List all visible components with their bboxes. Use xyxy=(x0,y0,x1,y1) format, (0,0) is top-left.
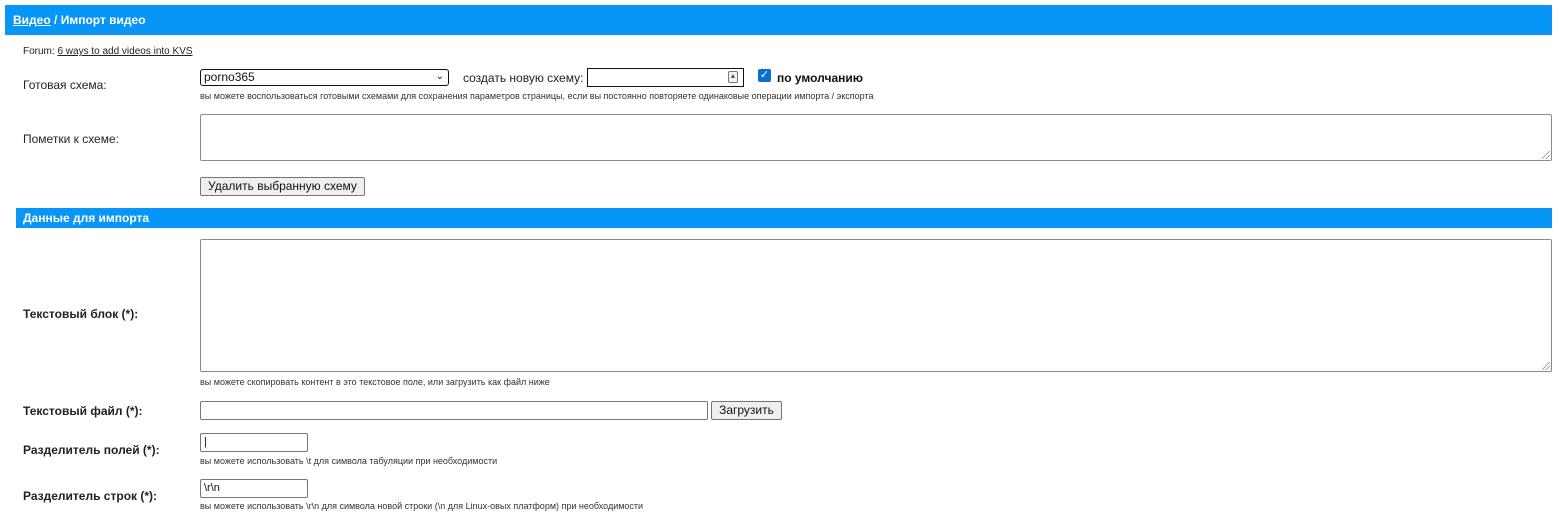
page-header: Видео / Импорт видео xyxy=(5,5,1552,35)
breadcrumb-video-link[interactable]: Видео xyxy=(13,13,51,27)
delete-schema-button[interactable]: Удалить выбранную схему xyxy=(200,177,365,196)
forum-link[interactable]: 6 ways to add videos into KVS xyxy=(57,46,192,57)
text-block-label: Текстовый блок (*): xyxy=(23,307,139,321)
import-section-title: Данные для импорта xyxy=(23,211,150,225)
schema-select-value: porno365 xyxy=(204,70,255,84)
forum-line: Forum: 6 ways to add videos into KVS xyxy=(23,46,193,57)
text-block-textarea[interactable] xyxy=(200,239,1552,372)
default-checkbox-label: по умолчанию xyxy=(777,71,864,85)
schema-label: Готовая схема: xyxy=(23,78,107,92)
import-section-header: Данные для импорта xyxy=(16,208,1552,228)
breadcrumb-separator: / xyxy=(50,13,61,27)
default-checkbox[interactable]: ✓ xyxy=(758,69,771,82)
upload-button[interactable]: Загрузить xyxy=(711,401,782,420)
notes-textarea[interactable] xyxy=(200,114,1552,161)
forum-prefix: Forum: xyxy=(23,46,58,57)
field-separator-input[interactable]: | xyxy=(200,433,308,452)
text-file-label: Текстовый файл (*): xyxy=(23,404,143,418)
new-schema-input[interactable]: ▲ xyxy=(587,68,744,87)
chevron-down-icon: ⌄ xyxy=(435,71,444,82)
row-separator-input[interactable]: \r\n xyxy=(200,479,308,498)
text-file-input[interactable] xyxy=(200,401,708,420)
page-title: Импорт видео xyxy=(60,13,146,27)
key-icon: ▲ xyxy=(728,71,738,83)
schema-hint: вы можете воспользоваться готовыми схема… xyxy=(200,91,874,101)
schema-select[interactable]: porno365 ⌄ xyxy=(200,69,449,86)
resize-grip-icon[interactable] xyxy=(1542,151,1550,159)
field-separator-hint: вы можете использовать \t для символа та… xyxy=(200,456,498,466)
resize-grip-icon[interactable] xyxy=(1542,362,1550,370)
row-separator-label: Разделитель строк (*): xyxy=(23,489,158,503)
field-separator-label: Разделитель полей (*): xyxy=(23,443,160,457)
notes-label: Пометки к схеме: xyxy=(23,132,119,146)
text-block-hint: вы можете скопировать контент в это текс… xyxy=(200,377,550,387)
create-schema-label: создать новую схему: xyxy=(463,71,584,85)
row-separator-hint: вы можете использовать \r\n для символа … xyxy=(200,501,644,511)
